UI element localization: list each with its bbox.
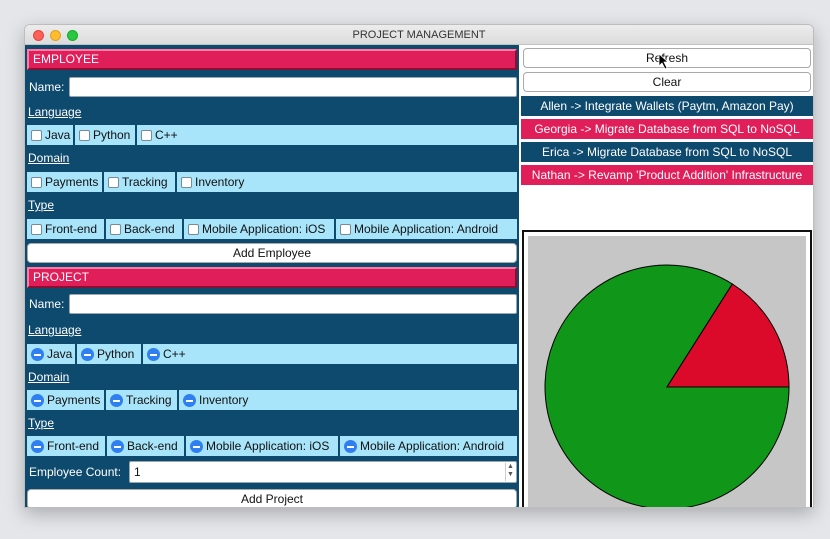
assignment-item: Nathan -> Revamp 'Product Addition' Infr… — [521, 165, 813, 185]
employee-domain-label: Domain — [28, 151, 70, 165]
pie-chart — [544, 264, 790, 507]
project-header: PROJECT — [27, 267, 517, 288]
employee-language-row: Java Python C++ — [27, 125, 517, 145]
project-domain-tracking[interactable]: Tracking — [106, 390, 179, 410]
checkbox-icon[interactable] — [340, 224, 351, 235]
right-panel: Refresh Clear Allen -> Integrate Wallets… — [519, 45, 813, 507]
remove-icon[interactable] — [183, 394, 196, 407]
remove-icon[interactable] — [31, 440, 44, 453]
employee-type-ios[interactable]: Mobile Application: iOS — [184, 219, 336, 239]
checkbox-icon[interactable] — [110, 224, 121, 235]
project-language-cpp[interactable]: C++ — [143, 344, 189, 364]
project-type-label: Type — [28, 416, 55, 430]
project-language-java[interactable]: Java — [27, 344, 77, 364]
checkbox-icon[interactable] — [141, 130, 152, 141]
employee-domain-tracking[interactable]: Tracking — [104, 172, 177, 192]
checkbox-icon[interactable] — [188, 224, 199, 235]
project-domain-inventory[interactable]: Inventory — [179, 390, 259, 410]
app-window: PROJECT MANAGEMENT EMPLOYEE Name: Langua… — [24, 24, 814, 508]
employee-header: EMPLOYEE — [27, 49, 517, 70]
remove-icon[interactable] — [111, 440, 124, 453]
chart-canvas — [528, 236, 806, 507]
close-window-icon[interactable] — [33, 30, 44, 41]
employee-type-row: Front-end Back-end Mobile Application: i… — [27, 219, 517, 239]
add-project-button[interactable]: Add Project — [27, 489, 517, 507]
project-type-backend[interactable]: Back-end — [107, 436, 186, 456]
employee-type-backend[interactable]: Back-end — [106, 219, 184, 239]
assignment-item: Georgia -> Migrate Database from SQL to … — [521, 119, 813, 139]
employee-type-frontend[interactable]: Front-end — [27, 219, 106, 239]
window-title: PROJECT MANAGEMENT — [352, 29, 486, 41]
remove-icon[interactable] — [81, 348, 94, 361]
remove-icon[interactable] — [31, 394, 44, 407]
mouse-cursor-icon — [658, 53, 670, 70]
title-bar: PROJECT MANAGEMENT — [25, 25, 813, 45]
remove-icon[interactable] — [110, 394, 123, 407]
project-domain-row: Payments Tracking Inventory — [27, 390, 517, 410]
checkbox-icon[interactable] — [108, 177, 119, 188]
assignment-item: Erica -> Migrate Database from SQL to No… — [521, 142, 813, 162]
project-type-ios[interactable]: Mobile Application: iOS — [186, 436, 340, 456]
checkbox-icon[interactable] — [181, 177, 192, 188]
employee-domain-row: Payments Tracking Inventory — [27, 172, 517, 192]
checkbox-icon[interactable] — [31, 130, 42, 141]
stepper-icon[interactable]: ▲ ▼ — [505, 463, 515, 481]
project-language-row: Java Python C++ — [27, 344, 517, 364]
project-language-python[interactable]: Python — [77, 344, 143, 364]
clear-button[interactable]: Clear — [523, 72, 811, 92]
project-domain-payments[interactable]: Payments — [27, 390, 106, 410]
employee-domain-payments[interactable]: Payments — [27, 172, 104, 192]
employee-count-label: Employee Count: — [29, 465, 122, 479]
employee-language-python[interactable]: Python — [75, 125, 137, 145]
employee-count-input[interactable]: 1 ▲ ▼ — [129, 461, 517, 483]
add-employee-button[interactable]: Add Employee — [27, 243, 517, 263]
project-domain-label: Domain — [28, 370, 70, 384]
project-type-frontend[interactable]: Front-end — [27, 436, 107, 456]
project-type-android[interactable]: Mobile Application: Android — [340, 436, 517, 456]
project-name-label: Name: — [29, 297, 65, 311]
minimize-window-icon[interactable] — [50, 30, 61, 41]
chart-frame — [522, 230, 812, 507]
employee-domain-inventory[interactable]: Inventory — [177, 172, 257, 192]
checkbox-icon[interactable] — [31, 177, 42, 188]
remove-icon[interactable] — [190, 440, 203, 453]
employee-language-java[interactable]: Java — [27, 125, 75, 145]
project-type-row: Front-end Back-end Mobile Application: i… — [27, 436, 517, 456]
remove-icon[interactable] — [31, 348, 44, 361]
window-controls — [33, 30, 78, 41]
employee-language-label: Language — [28, 105, 82, 119]
remove-icon[interactable] — [344, 440, 357, 453]
assignment-item: Allen -> Integrate Wallets (Paytm, Amazo… — [521, 96, 813, 116]
maximize-window-icon[interactable] — [67, 30, 78, 41]
employee-type-android[interactable]: Mobile Application: Android — [336, 219, 517, 239]
employee-language-cpp[interactable]: C++ — [137, 125, 183, 145]
project-language-label: Language — [28, 323, 82, 337]
remove-icon[interactable] — [147, 348, 160, 361]
employee-name-label: Name: — [29, 80, 65, 94]
checkbox-icon[interactable] — [79, 130, 90, 141]
left-panel: EMPLOYEE Name: Language Java Python C++ … — [25, 45, 519, 507]
employee-type-label: Type — [28, 198, 55, 212]
project-name-input[interactable] — [69, 294, 517, 314]
employee-name-input[interactable] — [69, 77, 517, 97]
checkbox-icon[interactable] — [31, 224, 42, 235]
